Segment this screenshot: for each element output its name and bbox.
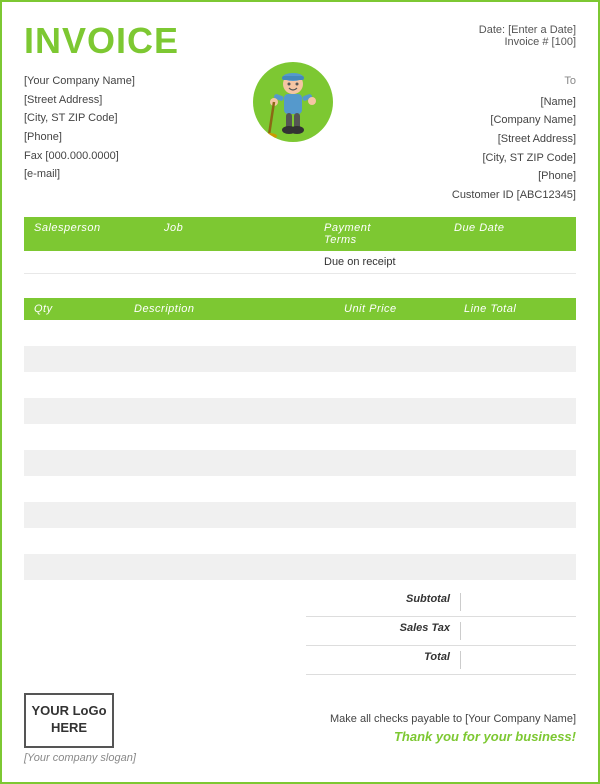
info-row: [Your Company Name] [Street Address] [Ci… xyxy=(24,72,576,205)
total-value xyxy=(460,651,570,669)
recipient-address: [Street Address] xyxy=(452,130,576,149)
checks-payable: Make all checks payable to [Your Company… xyxy=(330,713,576,725)
totals-table: Subtotal Sales Tax Total xyxy=(306,588,576,675)
invoice-title: INVOICE xyxy=(24,20,179,62)
recipient-name: [Name] xyxy=(452,93,576,112)
to-label: To xyxy=(452,72,576,91)
col-job: Job xyxy=(160,222,320,246)
job-payment-terms: Due on receipt xyxy=(320,256,450,268)
invoice-number: [100] xyxy=(552,36,576,48)
footer-right: Make all checks payable to [Your Company… xyxy=(330,713,576,744)
recipient-customer-id: Customer ID [ABC12345] xyxy=(452,186,576,205)
col-payment-terms: PaymentTerms xyxy=(320,222,450,246)
sender-company: [Your Company Name] xyxy=(24,72,135,91)
sender-city: [City, ST ZIP Code] xyxy=(24,109,135,128)
sender-fax: Fax [000.000.0000] xyxy=(24,147,135,166)
tax-row: Sales Tax xyxy=(306,617,576,646)
col-due-date: Due Date xyxy=(450,222,570,246)
sender-email: [e-mail] xyxy=(24,165,135,184)
col-unit-price: Unit Price xyxy=(340,303,460,315)
col-description: Description xyxy=(130,303,340,315)
total-row: Total xyxy=(306,646,576,675)
recipient-company: [Company Name] xyxy=(452,111,576,130)
job-due-date xyxy=(450,256,570,268)
company-slogan: [Your company slogan] xyxy=(24,752,136,764)
sender-address: [Street Address] xyxy=(24,91,135,110)
cleaner-svg xyxy=(264,70,322,142)
items-table-header: Qty Description Unit Price Line Total xyxy=(24,298,576,320)
item-row xyxy=(24,346,576,372)
job-salesperson xyxy=(30,256,160,268)
item-row xyxy=(24,372,576,398)
tax-value xyxy=(460,622,570,640)
subtotal-value xyxy=(460,593,570,611)
item-row xyxy=(24,554,576,580)
totals-section: Subtotal Sales Tax Total xyxy=(24,588,576,675)
date-line: Date: [Enter a Date] xyxy=(479,24,576,36)
cleaner-circle xyxy=(253,62,333,142)
col-line-total: Line Total xyxy=(460,303,570,315)
cleaner-image xyxy=(253,62,333,142)
date-label: Date: xyxy=(479,24,505,36)
subtotal-label: Subtotal xyxy=(312,593,460,611)
items-section: Qty Description Unit Price Line Total xyxy=(24,298,576,580)
thank-you: Thank you for your business! xyxy=(330,729,576,744)
invoice-label: Invoice # xyxy=(504,36,548,48)
tax-label: Sales Tax xyxy=(312,622,460,640)
header-meta: Date: [Enter a Date] Invoice # [100] xyxy=(479,24,576,48)
job-job xyxy=(160,256,320,268)
item-row xyxy=(24,450,576,476)
job-data-row: Due on receipt xyxy=(24,251,576,274)
sender-info: [Your Company Name] [Street Address] [Ci… xyxy=(24,72,135,184)
item-row xyxy=(24,424,576,450)
date-value: [Enter a Date] xyxy=(508,24,576,36)
recipient-info: To [Name] [Company Name] [Street Address… xyxy=(452,72,576,205)
invoice-header: INVOICE Date: [Enter a Date] Invoice # [… xyxy=(24,20,576,62)
recipient-phone: [Phone] xyxy=(452,167,576,186)
item-row xyxy=(24,528,576,554)
item-row xyxy=(24,476,576,502)
subtotal-row: Subtotal xyxy=(306,588,576,617)
job-table-header: Salesperson Job PaymentTerms Due Date xyxy=(24,217,576,251)
col-salesperson: Salesperson xyxy=(30,222,160,246)
total-label: Total xyxy=(312,651,460,669)
logo-box: YOUR LoGo HERE xyxy=(24,693,114,748)
item-row xyxy=(24,502,576,528)
col-qty: Qty xyxy=(30,303,130,315)
recipient-city: [City, ST ZIP Code] xyxy=(452,149,576,168)
footer: YOUR LoGo HERE [Your company slogan] Mak… xyxy=(24,687,576,764)
invoice-number-line: Invoice # [100] xyxy=(479,36,576,48)
footer-left: YOUR LoGo HERE [Your company slogan] xyxy=(24,693,136,764)
item-row xyxy=(24,398,576,424)
item-row xyxy=(24,320,576,346)
sender-phone: [Phone] xyxy=(24,128,135,147)
